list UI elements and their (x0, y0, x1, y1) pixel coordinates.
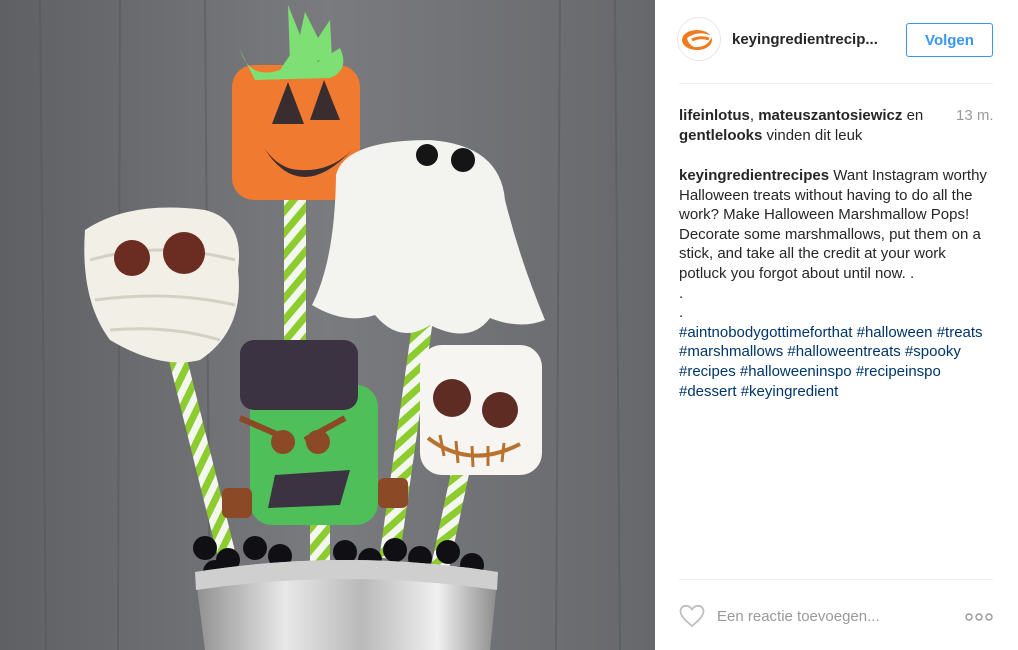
likes-summary: lifeinlotus, mateuszantosiewicz en gentl… (679, 106, 939, 146)
hashtag-link[interactable]: #halloweeninspo (740, 363, 852, 380)
hashtag-link[interactable]: #keyingredient (741, 383, 839, 400)
likes-connector: en (902, 107, 924, 124)
post-caption: keyingredientrecipes Want Instagram wort… (679, 166, 993, 401)
caption-hashtags: #aintnobodygottimeforthat #halloween #tr… (679, 323, 993, 401)
hashtag-link[interactable]: #halloween (857, 324, 933, 341)
header-divider (679, 83, 993, 84)
hashtag-link[interactable]: #aintnobodygottimeforthat (679, 324, 852, 341)
hashtag-link[interactable]: #halloweentreats (787, 343, 900, 360)
more-dots-icon[interactable] (965, 613, 993, 621)
caption-username[interactable]: keyingredientrecipes (679, 167, 829, 184)
post-side-panel: keyingredientrecip... Volgen lifeinlotus… (655, 0, 1018, 650)
like-user-1[interactable]: lifeinlotus (679, 107, 750, 124)
post-photo[interactable] (0, 0, 655, 650)
caption-dot-1: . (679, 284, 684, 302)
post-footer (655, 580, 1018, 650)
heart-outline-icon[interactable] (679, 604, 705, 628)
comment-input[interactable] (717, 604, 937, 628)
hashtag-link[interactable]: #recipeinspo (856, 363, 941, 380)
key-ingredient-logo-icon (678, 18, 720, 60)
post-timestamp[interactable]: 13 m. (956, 106, 994, 126)
caption-text: Want Instagram worthy Halloween treats w… (679, 167, 987, 282)
post-header: keyingredientrecip... Volgen (655, 0, 1018, 84)
follow-button[interactable]: Volgen (906, 23, 993, 57)
likes-separator: , (749, 107, 759, 124)
likes-suffix: vinden dit leuk (762, 127, 863, 144)
hashtag-link[interactable]: #recipes (679, 363, 736, 380)
hashtag-link[interactable]: #treats (937, 324, 983, 341)
hashtag-link[interactable]: #marshmallows (679, 343, 783, 360)
like-user-3[interactable]: gentlelooks (679, 127, 762, 144)
halloween-marshmallow-pops-image (0, 0, 655, 650)
hashtag-link[interactable]: #dessert (679, 383, 737, 400)
caption-dot-2: . (679, 304, 684, 322)
hashtag-link[interactable]: #spooky (905, 343, 961, 360)
avatar[interactable] (677, 17, 721, 61)
post-author-username[interactable]: keyingredientrecip... (732, 31, 892, 48)
like-user-2[interactable]: mateuszantosiewicz (758, 107, 902, 124)
instagram-post: keyingredientrecip... Volgen lifeinlotus… (0, 0, 1018, 650)
